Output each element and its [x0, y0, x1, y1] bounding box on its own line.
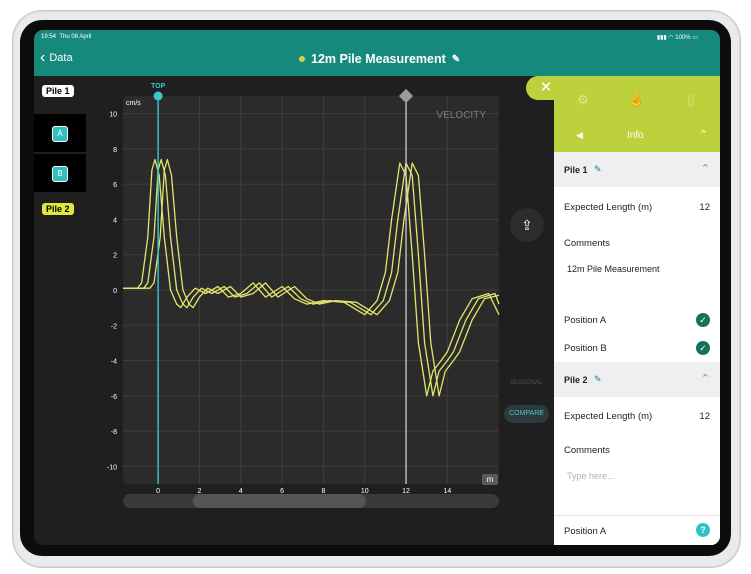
page-title: 12m Pile Measurement ✎ — [299, 52, 460, 66]
chart-area: cm/s VELOCITY 10 8 6 4 2 0 -2 -4 -6 -8 -10 0 2 4 6 8 10… — [86, 76, 554, 545]
x-tick-label: 0 — [156, 488, 160, 495]
notebook-icon[interactable]: ▯ — [682, 92, 700, 110]
close-icon[interactable]: ✕ — [526, 76, 566, 100]
pile-1-comments-row[interactable]: Comments 12m Pile Measurement — [554, 228, 720, 307]
pile-1-expected-length-row[interactable]: Expected Length (m) 12 — [554, 187, 720, 229]
x-tick-label: 14 — [443, 488, 451, 495]
y-tick-labels: 10 8 6 4 2 0 -2 -4 -6 -8 -10 — [107, 112, 117, 472]
pile-sidebar: Pile 1 A B Pile 2 — [34, 76, 86, 545]
x-tick-label: 6 — [280, 488, 284, 495]
x-tick-label: 8 — [321, 488, 325, 495]
position-a-label: Position A — [564, 526, 607, 537]
settings-icon[interactable]: ⚙ — [574, 92, 592, 110]
pencil-icon[interactable]: ✎ — [452, 54, 460, 65]
pile-2-header[interactable]: Pile 2 ✎ ⌃ — [554, 362, 720, 397]
sidebar-item-pile-2[interactable]: Pile 2 — [34, 194, 86, 232]
expected-length-value[interactable]: 12 — [699, 411, 710, 422]
share-icon[interactable]: ⇪ — [510, 208, 544, 242]
chevron-left-icon[interactable]: ◀ — [576, 130, 583, 141]
info-panel: ⚙ ☝ ▯ ◀ Info ⌃ Pile 1 ✎ ⌃ Expected Lengt… — [554, 76, 720, 545]
status-bar: 19:54 Thu 08 April ▮▮▮ ◠ 100% ▭ — [34, 30, 720, 44]
y-tick-label: -4 — [111, 359, 117, 366]
question-icon: ? — [696, 523, 710, 537]
chevron-left-icon: ‹ — [40, 49, 46, 66]
position-a-label: Position A — [564, 315, 607, 326]
top-marker-handle — [153, 91, 163, 101]
pile-1-position-b-row[interactable]: Position B ✓ — [554, 334, 720, 363]
nav-bar: ‹ Data 12m Pile Measurement ✎ — [34, 44, 720, 76]
pile-1-chip: Pile 1 — [42, 85, 74, 97]
pile-1-header[interactable]: Pile 1 ✎ ⌃ — [554, 152, 720, 187]
sidebar-item-pile-1[interactable]: Pile 1 — [34, 76, 86, 114]
expected-length-label: Expected Length (m) — [564, 202, 653, 213]
pile-2-title: Pile 2 — [564, 375, 588, 385]
touch-icon[interactable]: ☝ — [628, 92, 646, 110]
info-nav: ◀ Info ⌃ — [554, 124, 720, 146]
pile-2-chip: Pile 2 — [42, 203, 74, 215]
comments-text[interactable]: 12m Pile Measurement — [567, 264, 660, 274]
check-icon: ✓ — [696, 313, 710, 327]
x-tick-label: 2 — [197, 488, 201, 495]
comments-input[interactable]: Type here... — [567, 471, 615, 481]
position-a-chip: A — [52, 126, 68, 142]
y-tick-label: 8 — [113, 147, 117, 154]
expected-length-label: Expected Length (m) — [564, 411, 653, 422]
title-text: 12m Pile Measurement — [311, 52, 446, 66]
x-tick-label: 12 — [402, 488, 410, 495]
status-battery: ▮▮▮ ◠ 100% ▭ — [656, 35, 698, 41]
back-label: Data — [49, 52, 73, 64]
position-b-label: Position B — [564, 343, 607, 354]
compare-button[interactable]: COMPARE — [504, 405, 549, 423]
pile-1-position-a-row[interactable]: Position A ✓ — [554, 306, 720, 335]
chart-title: VELOCITY — [437, 110, 487, 121]
pile-2-position-a-row[interactable]: Position A ? — [554, 516, 720, 545]
x-tick-label: 4 — [239, 488, 243, 495]
comments-label: Comments — [564, 238, 610, 249]
y-tick-label: 6 — [113, 182, 117, 189]
top-marker-label: TOP — [151, 83, 166, 90]
comments-label: Comments — [564, 445, 610, 456]
velocity-chart[interactable]: cm/s VELOCITY 1086420-2-4-6-8-10 0 2 4 6 8 10… — [86, 76, 554, 545]
y-tick-label: 2 — [113, 253, 117, 260]
x-tick-labels: 0 2 4 6 8 10 12 14 — [156, 488, 451, 495]
x-tick-label: 10 — [361, 488, 369, 495]
y-axis-unit: cm/s — [126, 100, 141, 107]
y-tick-label: 0 — [113, 288, 117, 295]
y-tick-label: -2 — [111, 323, 117, 330]
back-button[interactable]: ‹ Data — [40, 49, 73, 66]
pile-2-expected-length-row[interactable]: Expected Length (m) 12 — [554, 397, 720, 436]
check-icon: ✓ — [696, 341, 710, 355]
chevron-up-icon[interactable]: ⌃ — [701, 162, 710, 175]
pile-2-comments-row[interactable]: Comments Type here... — [554, 435, 720, 516]
pile-1-title: Pile 1 — [564, 165, 588, 175]
status-time: 19:54 Thu 08 April — [41, 34, 92, 40]
y-tick-label: 10 — [109, 112, 117, 119]
y-tick-label: -8 — [111, 429, 117, 436]
chevron-up-icon[interactable]: ⌃ — [701, 372, 710, 385]
expected-length-value[interactable]: 12 — [699, 202, 710, 213]
app-screen: 19:54 Thu 08 April ▮▮▮ ◠ 100% ▭ ‹ Data 1… — [34, 30, 720, 545]
info-label: Info — [627, 130, 644, 141]
y-tick-label: -10 — [107, 464, 117, 471]
position-b-chip: B — [52, 166, 68, 182]
seasonal-label: SEASONAL — [510, 380, 543, 386]
y-tick-label: -6 — [111, 394, 117, 401]
x-axis-unit: m — [487, 475, 494, 484]
pencil-icon[interactable]: ✎ — [594, 374, 602, 385]
sidebar-item-position-b[interactable]: B — [34, 154, 86, 192]
status-dot-icon — [299, 56, 305, 62]
sidebar-item-position-a[interactable]: A — [34, 114, 86, 152]
y-tick-label: 4 — [113, 217, 117, 224]
panel-header: ⚙ ☝ ▯ ◀ Info ⌃ — [554, 76, 720, 152]
chevron-up-icon[interactable]: ⌃ — [699, 128, 708, 141]
pencil-icon[interactable]: ✎ — [594, 164, 602, 175]
scroll-thumb[interactable] — [193, 494, 366, 508]
